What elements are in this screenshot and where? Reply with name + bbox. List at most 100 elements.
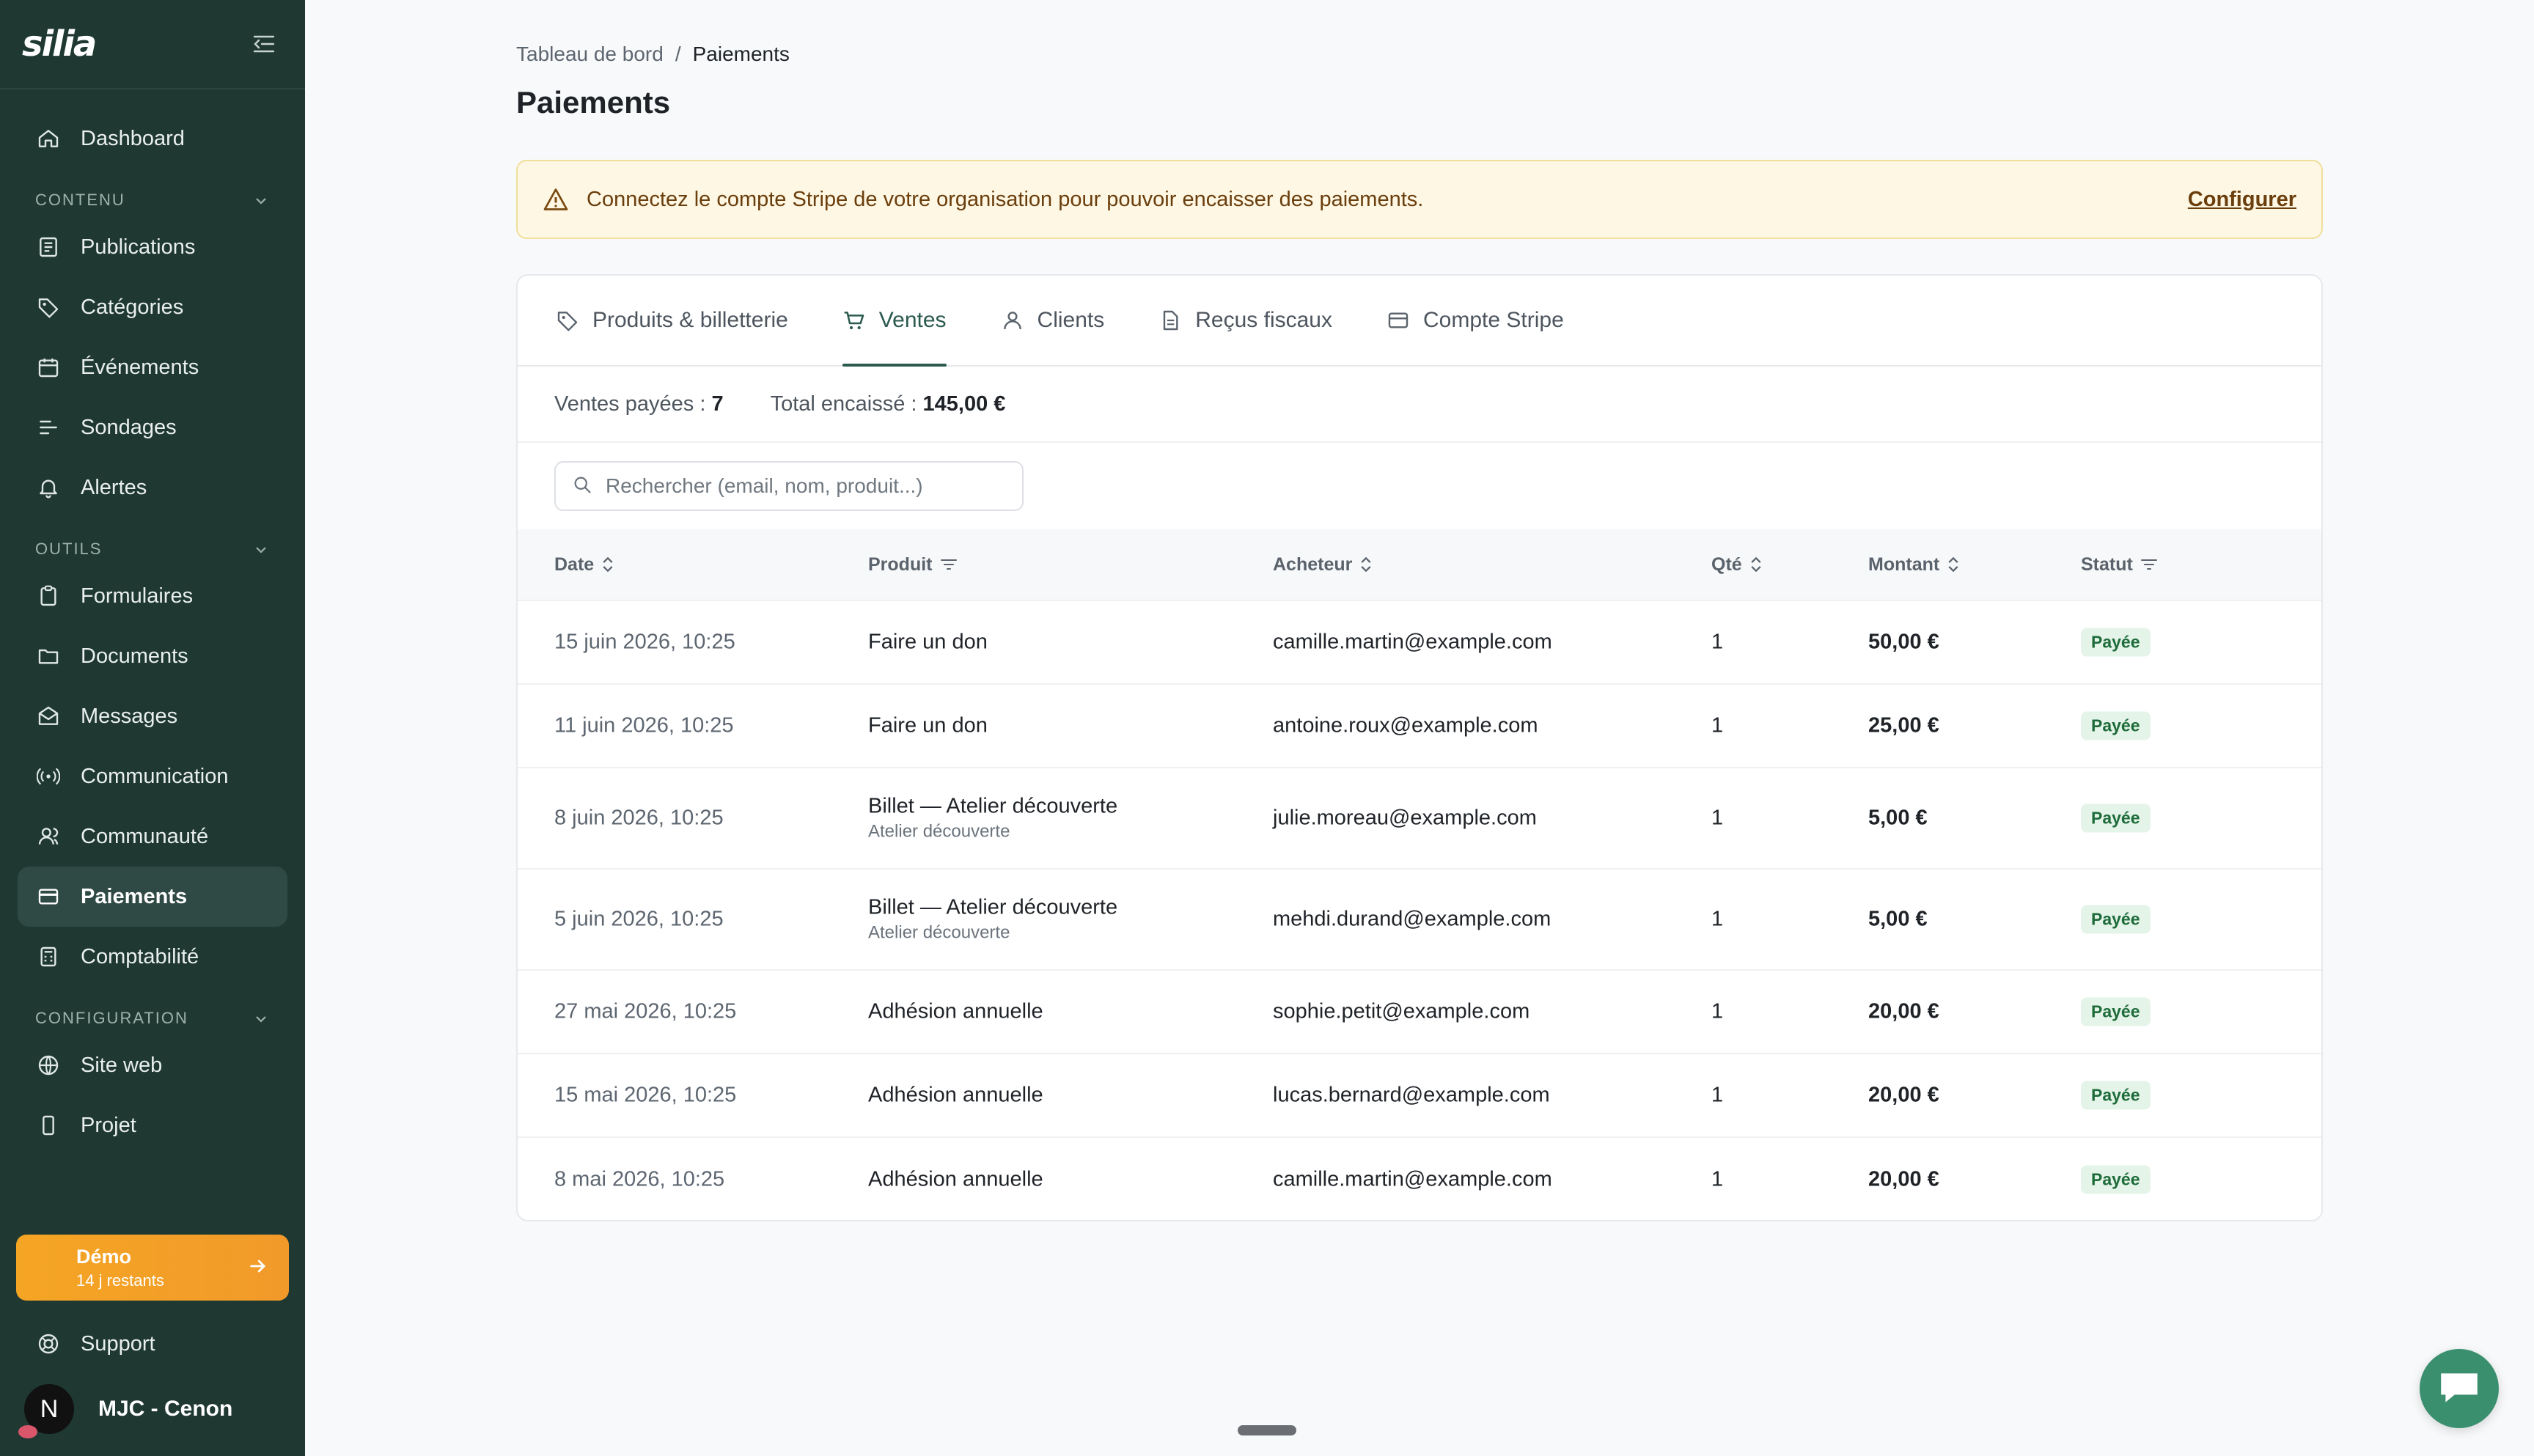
product-name: Billet — Atelier découverte (868, 794, 1118, 818)
cart-icon (842, 309, 866, 332)
sidebar-item-documents[interactable]: Documents (18, 626, 287, 686)
table-row[interactable]: 15 juin 2026, 10:25 Faire un don camille… (518, 601, 2321, 685)
product-name: Billet — Atelier découverte (868, 895, 1118, 919)
cell-buyer: julie.moreau@example.com (1273, 806, 1537, 830)
sidebar-item-messages[interactable]: Messages (18, 686, 287, 746)
tab-compte-stripe[interactable]: Compte Stripe (1387, 276, 1564, 365)
table-row[interactable]: 8 mai 2026, 10:25 Adhésion annuelle cami… (518, 1138, 2321, 1220)
filter-icon (2140, 559, 2157, 570)
sidebar-item-paiements[interactable]: Paiements (18, 867, 287, 927)
tab-ventes[interactable]: Ventes (842, 276, 947, 367)
tab-label: Compte Stripe (1423, 308, 1564, 332)
product-name: Adhésion annuelle (868, 1083, 1043, 1107)
column-header-montant[interactable]: Montant (1868, 554, 1960, 576)
sidebar-item-categories[interactable]: Catégories (18, 277, 287, 337)
product-variant: Atelier découverte (868, 821, 1010, 842)
sidebar-item-support[interactable]: Support (18, 1314, 287, 1374)
sidebar-item-publications[interactable]: Publications (18, 217, 287, 277)
configure-link[interactable]: Configurer (2188, 188, 2296, 212)
chevron-down-icon (256, 198, 266, 205)
alert-message: Connectez le compte Stripe de votre orga… (587, 187, 1424, 211)
table-row[interactable]: 5 juin 2026, 10:25 Billet — Atelier déco… (518, 869, 2321, 971)
collapse-sidebar-icon[interactable] (249, 29, 279, 59)
sidebar-item-label: Messages (81, 704, 178, 728)
sidebar-item-communication[interactable]: Communication (18, 746, 287, 806)
sidebar-item-alertes[interactable]: Alertes (18, 457, 287, 518)
section-label: CONFIGURATION (35, 1009, 188, 1027)
sidebar-nav: Dashboard CONTENU Publications Catégorie… (0, 89, 305, 1155)
section-contenu[interactable]: CONTENU (18, 169, 287, 217)
status-cell: Payée (2081, 1081, 2151, 1110)
sidebar-item-site-web[interactable]: Site web (18, 1035, 287, 1095)
sidebar-item-evenements[interactable]: Événements (18, 337, 287, 397)
chevron-down-icon (256, 1016, 266, 1023)
tab-label: Produits & billetterie (592, 308, 788, 332)
table-row[interactable]: 11 juin 2026, 10:25 Faire un don antoine… (518, 685, 2321, 768)
tab-label: Clients (1037, 308, 1105, 332)
cell-product: Faire un don (868, 714, 988, 738)
sidebar-item-communaute[interactable]: Communauté (18, 806, 287, 867)
page-title: Paiements (516, 85, 671, 120)
card-icon (1387, 309, 1410, 332)
document-icon (1158, 309, 1182, 332)
sidebar-item-label: Publications (81, 235, 196, 259)
search-box[interactable] (554, 461, 1024, 511)
sidebar-item-label: Alertes (81, 475, 147, 499)
trial-banner[interactable]: Démo 14 j restants (16, 1235, 289, 1301)
column-header-produit[interactable]: Produit (868, 554, 958, 576)
table-row[interactable]: 8 juin 2026, 10:25 Billet — Atelier déco… (518, 768, 2321, 869)
cell-qty: 1 (1711, 907, 1724, 931)
sidebar-item-sondages[interactable]: Sondages (18, 397, 287, 457)
sidebar-item-label: Comptabilité (81, 944, 199, 968)
cell-date: 8 juin 2026, 10:25 (554, 806, 724, 830)
column-header-statut[interactable]: Statut (2081, 554, 2158, 576)
column-header-acheteur[interactable]: Acheteur (1273, 554, 1373, 576)
table-row[interactable]: 27 mai 2026, 10:25 Adhésion annuelle sop… (518, 971, 2321, 1054)
column-header-date[interactable]: Date (554, 554, 614, 576)
sidebar: silia Dashboard CONTENU Publications Cat… (0, 0, 305, 1456)
tab-recus-fiscaux[interactable]: Reçus fiscaux (1158, 276, 1332, 365)
sidebar-item-label: Catégories (81, 295, 184, 319)
column-label: Qté (1711, 554, 1742, 575)
sidebar-item-formulaires[interactable]: Formulaires (18, 566, 287, 626)
chat-button[interactable] (2420, 1349, 2499, 1428)
newspaper-icon (35, 234, 62, 260)
stripe-alert: Connectez le compte Stripe de votre orga… (516, 160, 2323, 239)
drag-handle[interactable] (1238, 1425, 1296, 1435)
sidebar-item-label: Projet (81, 1113, 136, 1137)
status-cell: Payée (2081, 804, 2151, 833)
cell-product: Faire un don (868, 630, 988, 655)
section-outils[interactable]: OUTILS (18, 518, 287, 566)
table-header: Date Produit Acheteur Qté Montant Statut (518, 529, 2321, 601)
organization-switcher[interactable]: N MJC - Cenon (0, 1378, 305, 1440)
search-icon (572, 474, 592, 499)
app-logo[interactable]: silia (22, 23, 97, 65)
sidebar-item-comptabilite[interactable]: Comptabilité (18, 927, 287, 987)
tab-bar: Produits & billetterie Ventes Clients Re… (518, 276, 2321, 367)
section-configuration[interactable]: CONFIGURATION (18, 987, 287, 1035)
tab-clients[interactable]: Clients (1001, 276, 1105, 365)
tab-produits[interactable]: Produits & billetterie (556, 276, 788, 365)
cell-amount: 5,00 € (1868, 806, 1928, 830)
sort-icon (1361, 556, 1371, 573)
total-collected-label: Total encaissé : (770, 391, 923, 416)
cell-qty: 1 (1711, 999, 1724, 1023)
breadcrumb-parent[interactable]: Tableau de bord (516, 43, 664, 66)
column-label: Statut (2081, 554, 2133, 575)
cell-qty: 1 (1711, 1083, 1724, 1107)
product-name: Faire un don (868, 713, 988, 738)
column-header-qte[interactable]: Qté (1711, 554, 1763, 576)
column-label: Montant (1868, 554, 1940, 575)
table-row[interactable]: 15 mai 2026, 10:25 Adhésion annuelle luc… (518, 1054, 2321, 1138)
sidebar-item-label: Formulaires (81, 584, 194, 608)
cell-product: Billet — Atelier découverte Atelier décou… (868, 795, 1117, 842)
sidebar-item-label: Communauté (81, 824, 209, 848)
user-icon (1001, 309, 1024, 332)
search-input[interactable] (606, 474, 1006, 498)
cell-product: Adhésion annuelle (868, 1084, 1043, 1108)
sidebar-item-dashboard[interactable]: Dashboard (18, 109, 287, 169)
sidebar-item-projet[interactable]: Projet (18, 1095, 287, 1155)
broadcast-icon (35, 763, 62, 790)
paid-sales-value: 7 (711, 391, 724, 416)
globe-icon (35, 1052, 62, 1078)
